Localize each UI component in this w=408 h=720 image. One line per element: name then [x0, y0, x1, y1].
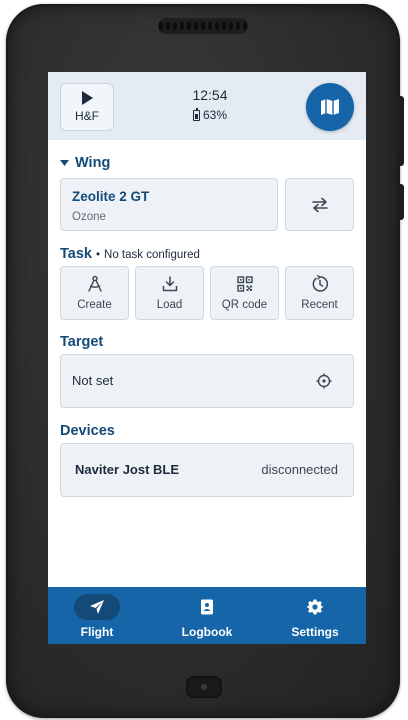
swap-wing-button[interactable] — [285, 178, 354, 231]
hf-play-button[interactable]: H&F — [60, 83, 114, 131]
devices-title: Devices — [60, 423, 115, 439]
task-qr-label: QR code — [221, 299, 268, 311]
wing-card[interactable]: Zeolite 2 GT Ozone — [60, 178, 278, 231]
battery-percent: 63% — [203, 108, 228, 122]
contacts-book-icon — [201, 599, 213, 615]
chevron-down-icon — [60, 159, 69, 166]
device-row[interactable]: Naviter Jost BLE disconnected — [60, 443, 354, 497]
qr-code-icon — [236, 276, 253, 292]
wing-title: Wing — [75, 155, 111, 171]
history-icon — [312, 275, 328, 292]
clock: 12:54 — [192, 87, 228, 103]
wing-section-header[interactable]: Wing — [60, 155, 110, 171]
compass-draw-icon — [87, 275, 102, 292]
wing-manufacturer: Ozone — [72, 211, 106, 223]
gear-icon — [307, 599, 323, 615]
map-button[interactable] — [306, 83, 354, 131]
hf-label: H&F — [75, 109, 99, 123]
battery-status: 63% — [193, 107, 228, 122]
device-status: disconnected — [261, 462, 338, 477]
play-icon — [82, 91, 93, 105]
volume-button — [398, 96, 404, 166]
task-create-label: Create — [77, 299, 112, 311]
target-title: Target — [60, 334, 104, 350]
nav-flight-indicator — [74, 594, 120, 620]
task-section-header: Task • No task configured — [60, 246, 200, 262]
send-icon — [90, 600, 104, 614]
task-recent-button[interactable]: Recent — [285, 266, 354, 320]
device-name: Naviter Jost BLE — [75, 462, 180, 477]
nav-flight[interactable]: Flight — [74, 587, 120, 644]
bottom-navigation: Flight Logbook Settings — [48, 587, 366, 644]
task-separator: • — [95, 249, 101, 261]
swap-arrows-icon — [311, 197, 328, 212]
crosshair-icon[interactable] — [316, 373, 332, 389]
target-card[interactable]: Not set — [60, 354, 354, 408]
top-bar: H&F 12:54 63% — [48, 72, 366, 140]
nav-settings[interactable]: Settings — [290, 587, 340, 644]
nav-logbook-label: Logbook — [181, 625, 233, 639]
target-value: Not set — [72, 373, 114, 388]
battery-icon — [193, 107, 200, 121]
task-status: No task configured — [104, 249, 200, 261]
task-qr-button[interactable]: QR code — [210, 266, 279, 320]
task-load-button[interactable]: Load — [135, 266, 204, 320]
task-recent-label: Recent — [301, 299, 338, 311]
map-icon — [321, 99, 339, 115]
task-load-label: Load — [156, 299, 183, 311]
task-title: Task — [60, 246, 92, 262]
speaker-grille — [158, 18, 248, 34]
nav-flight-label: Flight — [80, 625, 114, 639]
nav-settings-label: Settings — [291, 625, 339, 639]
app-screen: H&F 12:54 63% Wing Zeolite 2 GT Ozone Ta… — [48, 72, 366, 644]
nav-logbook[interactable]: Logbook — [182, 587, 232, 644]
task-create-button[interactable]: Create — [60, 266, 129, 320]
download-tray-icon — [162, 276, 177, 292]
power-button — [398, 184, 404, 220]
tablet-device-frame: H&F 12:54 63% Wing Zeolite 2 GT Ozone Ta… — [6, 4, 404, 718]
charging-port — [186, 676, 222, 698]
wing-name: Zeolite 2 GT — [72, 189, 150, 204]
